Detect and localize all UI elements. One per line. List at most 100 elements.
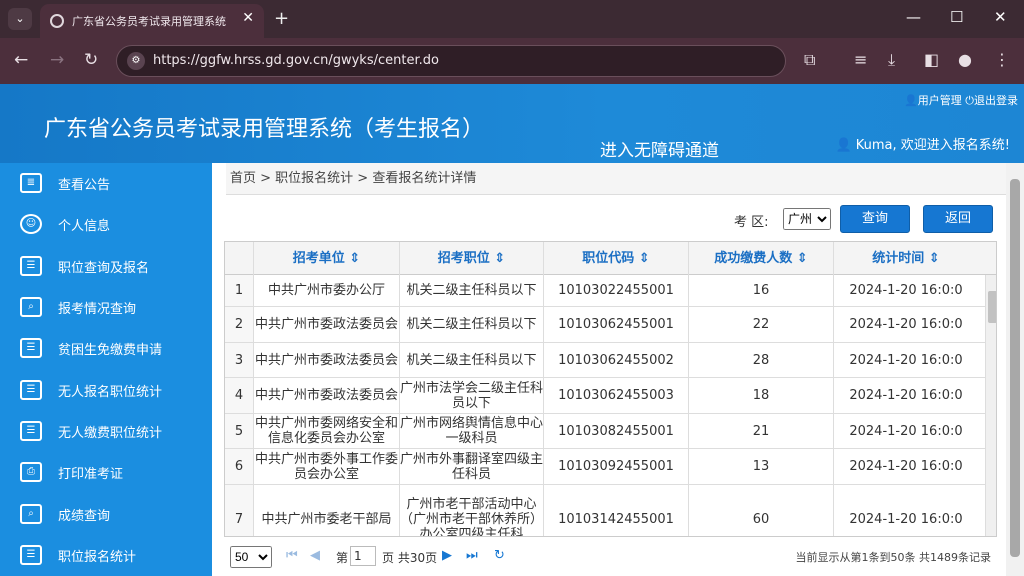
download-icon[interactable]: ⤓	[888, 50, 895, 70]
sidebar-item-apply-status[interactable]: ⌕ 报考情况查询	[0, 287, 212, 328]
table-row[interactable]: 5 中共广州市委网络安全和信息化委员会办公室 广州市网络舆情信息中心一级科员 1010…	[225, 414, 996, 449]
scroll-thumb[interactable]	[988, 291, 996, 323]
cell-unit: 中共广州市委办公厅	[253, 275, 399, 306]
welcome-text: 👤 Kuma, 欢迎进入报名系统!	[835, 134, 1010, 153]
sidebar-item-position-apply[interactable]: ☰ 职位查询及报名	[0, 246, 212, 287]
cell-pos: 广州市老干部活动中心（广州市老干部休养所）办公室四级主任科	[399, 485, 543, 536]
reading-list-icon[interactable]: ≡	[854, 50, 867, 69]
url-text: https://ggfw.hrss.gd.gov.cn/gwyks/center…	[153, 53, 439, 68]
cell-code: 10103082455001	[543, 414, 688, 448]
page-input[interactable]: 1	[350, 546, 376, 566]
search-doc-icon: ⌕	[20, 504, 42, 524]
main-content: 首页 > 职位报名统计 > 查看报名统计详情 考 区: 广州 查询 返回 招考单…	[212, 163, 1024, 576]
table-row[interactable]: 1 中共广州市委办公厅 机关二级主任科员以下 10103022455001 16 2024…	[225, 275, 996, 307]
cell-unit: 中共广州市委政法委员会	[253, 307, 399, 342]
table-row[interactable]: 2 中共广州市委政法委员会 机关二级主任科员以下 10103062455001 22 20…	[225, 307, 996, 343]
col-unit-header[interactable]: 招考单位 ⇕	[253, 242, 399, 275]
address-bar[interactable]: ⚙ https://ggfw.hrss.gd.gov.cn/gwyks/cent…	[116, 45, 786, 77]
cell-n: 7	[225, 485, 253, 536]
sidebar: ≣ 查看公告 ☺ 个人信息 ☰ 职位查询及报名 ⌕ 报考情况查询 ☰ 贫困生免缴费申请 ☰…	[0, 163, 212, 576]
sidebar-item-no-payment-stats[interactable]: ☰ 无人缴费职位统计	[0, 411, 212, 452]
table-row[interactable]: 3 中共广州市委政法委员会 机关二级主任科员以下 10103062455002 28 20…	[225, 343, 996, 378]
cell-count: 60	[688, 485, 833, 536]
cell-n: 4	[225, 378, 253, 413]
cell-time: 2024-1-20 16:0:0	[833, 275, 978, 306]
cell-pos: 广州市法学会二级主任科员以下	[399, 378, 543, 413]
cell-time: 2024-1-20 16:0:0	[833, 378, 978, 413]
sidebar-item-label: 成绩查询	[58, 509, 111, 524]
sidebar-item-personal-info[interactable]: ☺ 个人信息	[0, 204, 212, 245]
accessibility-link[interactable]: 进入无障碍通道	[600, 136, 719, 161]
header-links: 👤用户管理 ⏻退出登录	[904, 92, 1018, 108]
minimize-icon[interactable]: —	[906, 8, 921, 26]
user-mgmt-link[interactable]: 用户管理	[918, 94, 962, 107]
extensions-icon[interactable]: ⧉	[804, 50, 815, 70]
col-position-header[interactable]: 招考职位 ⇕	[399, 242, 543, 275]
pagination-bar: 50 ⏮ ◀ 第 1 页 共30页 ▶ ⏭ ↻ 当前显示从第1条到50条 共14…	[224, 541, 997, 573]
next-page-icon[interactable]: ▶	[442, 548, 452, 563]
sidebar-item-label: 职位查询及报名	[58, 261, 150, 276]
tab-list-icon[interactable]: ⌄	[8, 8, 32, 30]
cell-unit: 中共广州市委政法委员会	[253, 378, 399, 413]
close-tab-icon[interactable]: ✕	[242, 10, 254, 26]
cell-unit: 中共广州市委老干部局	[253, 485, 399, 536]
sidebar-item-notice[interactable]: ≣ 查看公告	[0, 163, 212, 204]
sidebar-item-print-ticket[interactable]: ⎙ 打印准考证	[0, 452, 212, 493]
form-icon: ☰	[20, 421, 42, 441]
cell-time: 2024-1-20 16:0:0	[833, 343, 978, 377]
cell-pos: 广州市网络舆情信息中心一级科员	[399, 414, 543, 448]
browser-tab[interactable]: 广东省公务员考试录用管理系统 ✕	[40, 4, 264, 38]
stats-table: 招考单位 ⇕ 招考职位 ⇕ 职位代码 ⇕ 成功缴费人数 ⇕ 统计时间 ⇕ 1 中共…	[224, 241, 997, 537]
forward-icon[interactable]: →	[50, 50, 64, 70]
cell-n: 2	[225, 307, 253, 342]
sidebar-item-label: 无人缴费职位统计	[58, 426, 163, 441]
sidebar-item-scores[interactable]: ⌕ 成绩查询	[0, 494, 212, 535]
close-window-icon[interactable]: ✕	[994, 8, 1007, 26]
cell-pos: 广州市外事翻译室四级主任科员	[399, 449, 543, 484]
form-icon: ☰	[20, 256, 42, 276]
new-tab-icon[interactable]: +	[274, 8, 289, 29]
col-count-header[interactable]: 成功缴费人数 ⇕	[688, 242, 833, 275]
site-info-icon[interactable]: ⚙	[127, 52, 145, 70]
cell-code: 10103062455002	[543, 343, 688, 377]
cell-time: 2024-1-20 16:0:0	[833, 414, 978, 448]
page-total: 页 共30页	[382, 551, 438, 565]
browser-toolbar: ← → ↻ ⚙ https://ggfw.hrss.gd.gov.cn/gwyk…	[0, 38, 1024, 84]
col-time-header[interactable]: 统计时间 ⇕	[833, 242, 978, 275]
back-icon[interactable]: ←	[14, 50, 28, 70]
table-row[interactable]: 4 中共广州市委政法委员会 广州市法学会二级主任科员以下 10103062455003…	[225, 378, 996, 414]
sidebar-item-label: 个人信息	[58, 219, 111, 234]
sidebar-item-fee-waiver[interactable]: ☰ 贫困生免缴费申请	[0, 328, 212, 369]
refresh-icon[interactable]: ↻	[494, 548, 505, 563]
cell-unit: 中共广州市委网络安全和信息化委员会办公室	[253, 414, 398, 448]
menu-icon[interactable]: ⋮	[994, 50, 1010, 69]
cell-code: 10103062455003	[543, 378, 688, 413]
last-page-icon[interactable]: ⏭	[466, 548, 478, 563]
cell-pos: 机关二级主任科员以下	[399, 343, 543, 377]
table-header: 招考单位 ⇕ 招考职位 ⇕ 职位代码 ⇕ 成功缴费人数 ⇕ 统计时间 ⇕	[225, 242, 996, 275]
cell-time: 2024-1-20 16:0:0	[833, 449, 978, 484]
sidebar-item-no-applicant-stats[interactable]: ☰ 无人报名职位统计	[0, 370, 212, 411]
logout-link[interactable]: 退出登录	[974, 94, 1018, 107]
page-scroll-thumb[interactable]	[1010, 179, 1020, 557]
prev-page-icon[interactable]: ◀	[310, 548, 320, 563]
table-row[interactable]: 6 中共广州市委外事工作委员会办公室 广州市外事翻译室四级主任科员 101030924…	[225, 449, 996, 485]
page-size-select[interactable]: 50	[230, 546, 272, 568]
search-button[interactable]: 查询	[840, 205, 910, 233]
table-scrollbar[interactable]	[985, 275, 996, 536]
first-page-icon[interactable]: ⏮	[286, 548, 298, 563]
page-scrollbar[interactable]	[1006, 163, 1024, 576]
sidepanel-icon[interactable]: ◧	[924, 50, 939, 69]
record-info: 当前显示从第1条到50条 共1489条记录	[795, 551, 992, 564]
reload-icon[interactable]: ↻	[84, 50, 98, 70]
col-code-header[interactable]: 职位代码 ⇕	[543, 242, 688, 275]
sidebar-item-position-stats[interactable]: ☰ 职位报名统计	[0, 535, 212, 576]
page-prefix: 第	[336, 551, 349, 565]
site-favicon-icon	[50, 14, 64, 28]
maximize-icon[interactable]: ☐	[950, 8, 963, 26]
back-button[interactable]: 返回	[923, 205, 993, 233]
table-row[interactable]: 7 中共广州市委老干部局 广州市老干部活动中心（广州市老干部休养所）办公室四级主任科…	[225, 485, 996, 536]
browser-tab-strip: ⌄ 广东省公务员考试录用管理系统 ✕ + — ☐ ✕	[0, 0, 1024, 38]
region-select[interactable]: 广州	[783, 208, 831, 230]
profile-avatar-icon[interactable]: ●	[958, 50, 972, 69]
